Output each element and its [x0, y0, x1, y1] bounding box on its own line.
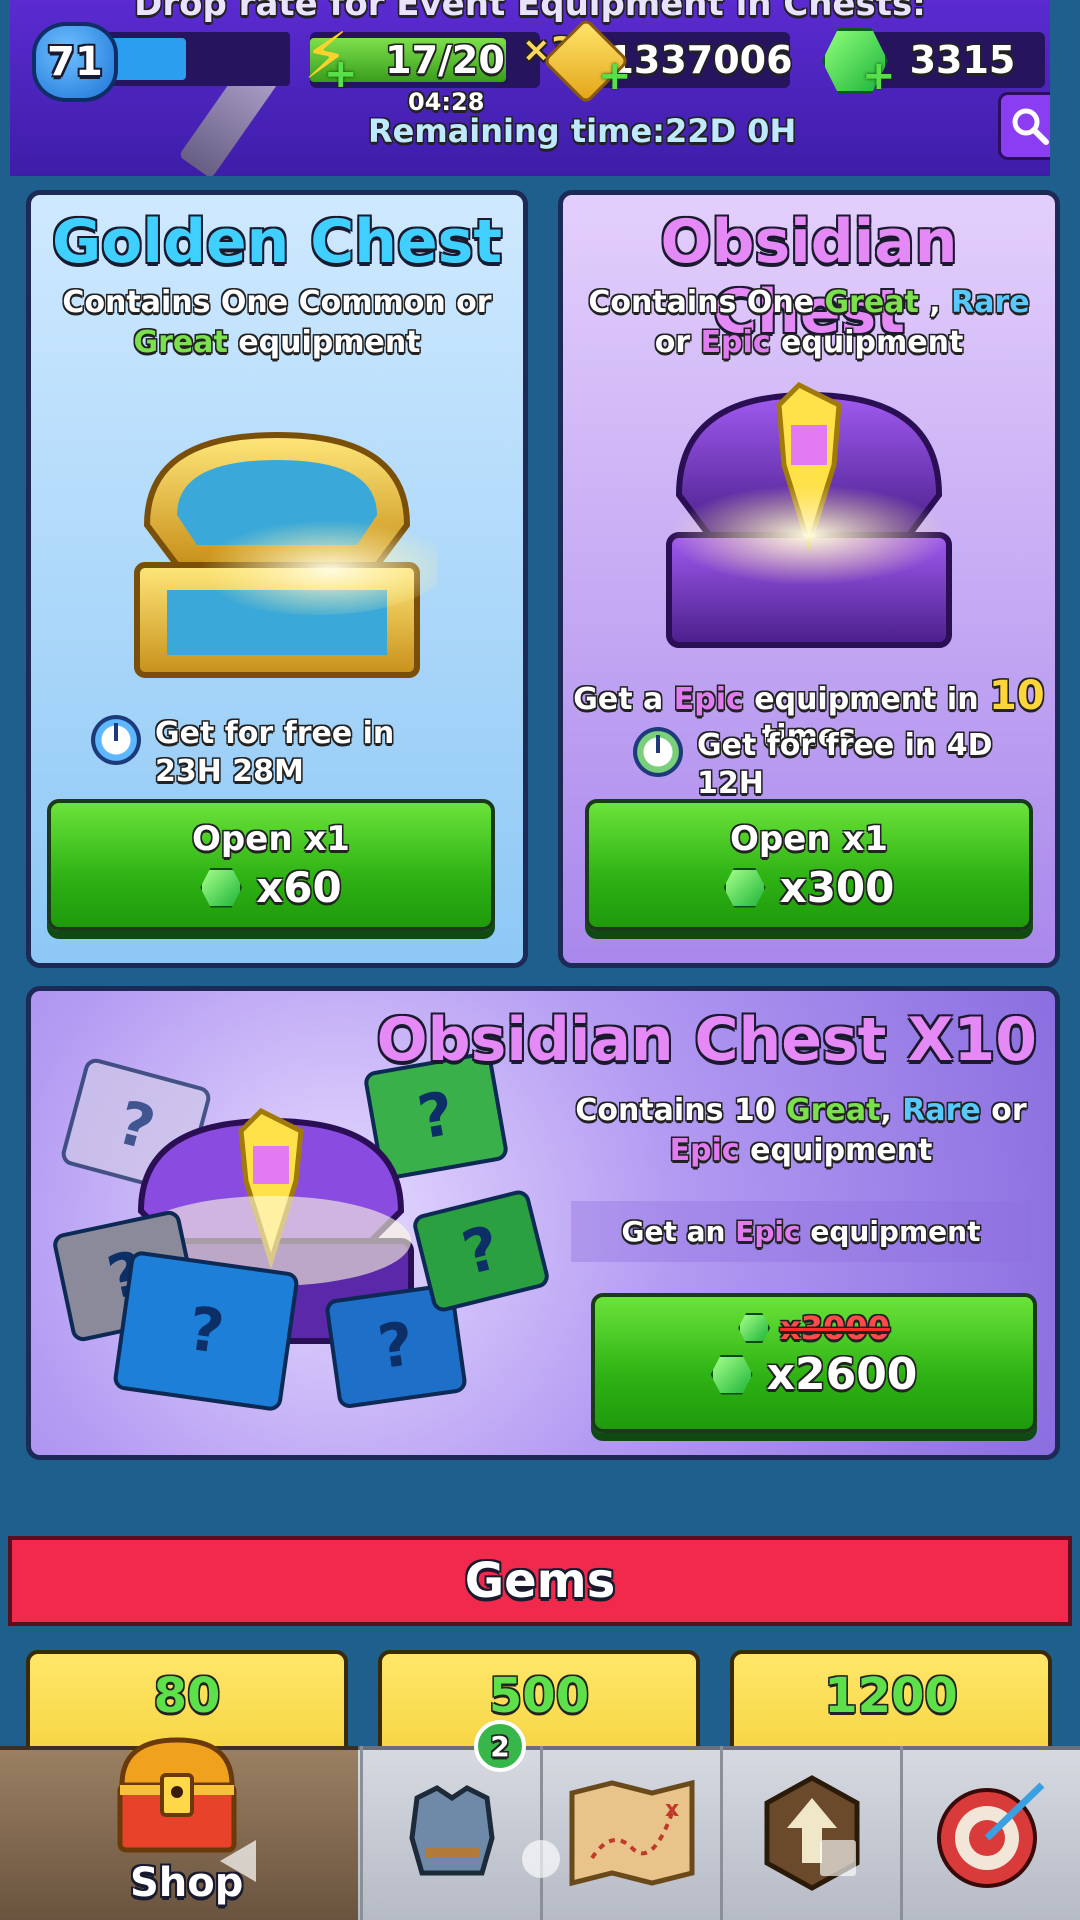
obsidian-free-timer: Get for free in 4D 12H [633, 727, 1033, 803]
target-arrow-icon [936, 1782, 1044, 1888]
gold-value: 1337006 [607, 38, 793, 82]
remaining-time: Remaining time:22D 0H [368, 112, 797, 150]
obsidian-x10-buy-button[interactable]: x3000 x2600 [591, 1293, 1037, 1433]
obsidian-chest-description: Contains One Great , Rare or Epic equipm… [588, 285, 1030, 360]
golden-chest-title: Golden Chest [51, 207, 503, 277]
gem-value: 3315 [909, 38, 1016, 82]
mystery-card-icon: ? [112, 1249, 300, 1413]
drop-rate-banner: Drop rate for Event Equipment in Chests: [134, 0, 926, 24]
player-level-badge[interactable]: 71 [32, 22, 118, 102]
gem-icon [200, 867, 243, 908]
top-resource-bar: Drop rate for Event Equipment in Chests:… [10, 0, 1050, 176]
equipment-notification-badge: 2 [474, 1720, 526, 1772]
gem-icon [723, 867, 766, 908]
xp-bar [100, 32, 290, 86]
old-price: x3000 [780, 1309, 890, 1347]
golden-chest-card: Golden Chest Contains One Common or Grea… [26, 190, 528, 968]
golden-chest-open-button[interactable]: Open x1 x60 [47, 799, 495, 931]
add-energy-icon[interactable]: + [324, 54, 358, 94]
timer-clock-icon [633, 727, 683, 777]
search-icon [1012, 108, 1049, 145]
obsidian-x10-title: Obsidian Chest X10 [376, 1005, 1037, 1075]
search-button[interactable] [998, 92, 1050, 160]
golden-free-timer: Get for free in 23H 28M [91, 715, 471, 791]
system-recents-icon[interactable] [820, 1840, 856, 1876]
nav-upgrade-tab[interactable] [720, 1746, 900, 1920]
obsidian-chest-card: Obsidian Chest Contains One Great , Rare… [558, 190, 1060, 968]
obsidian-chest-open-button[interactable]: Open x1 x300 [585, 799, 1033, 931]
svg-text:x: x [665, 1797, 679, 1822]
nav-equipment-tab[interactable] [360, 1746, 540, 1920]
nav-target-tab[interactable] [900, 1746, 1080, 1920]
obsidian-x10-guarantee: Get an Epic equipment [571, 1201, 1031, 1262]
golden-chest-description: Contains One Common or Great equipment [62, 285, 492, 360]
add-gold-icon[interactable]: + [598, 56, 632, 96]
armor-icon [408, 1785, 495, 1876]
gem-icon [738, 1313, 771, 1343]
obsidian-chest-icon [666, 381, 952, 648]
player-level: 71 [47, 39, 103, 85]
energy-value: 17/20 [385, 38, 505, 82]
system-back-icon[interactable] [218, 1838, 258, 1884]
gems-section-header: Gems [8, 1536, 1072, 1626]
golden-chest-icon [134, 431, 437, 678]
map-icon: x [569, 1779, 694, 1887]
nav-map-tab[interactable]: x [540, 1746, 720, 1920]
gem-icon [710, 1354, 753, 1395]
add-gems-icon[interactable]: + [862, 56, 896, 96]
timer-clock-icon [91, 715, 141, 765]
obsidian-x10-description: Contains 10 Great, Rare or Epic equipmen… [575, 1093, 1027, 1168]
system-home-icon[interactable] [522, 1840, 560, 1878]
obsidian-x10-card: ? ? ? ? ? ? Obsidian Chest X10 Contains … [26, 986, 1060, 1460]
